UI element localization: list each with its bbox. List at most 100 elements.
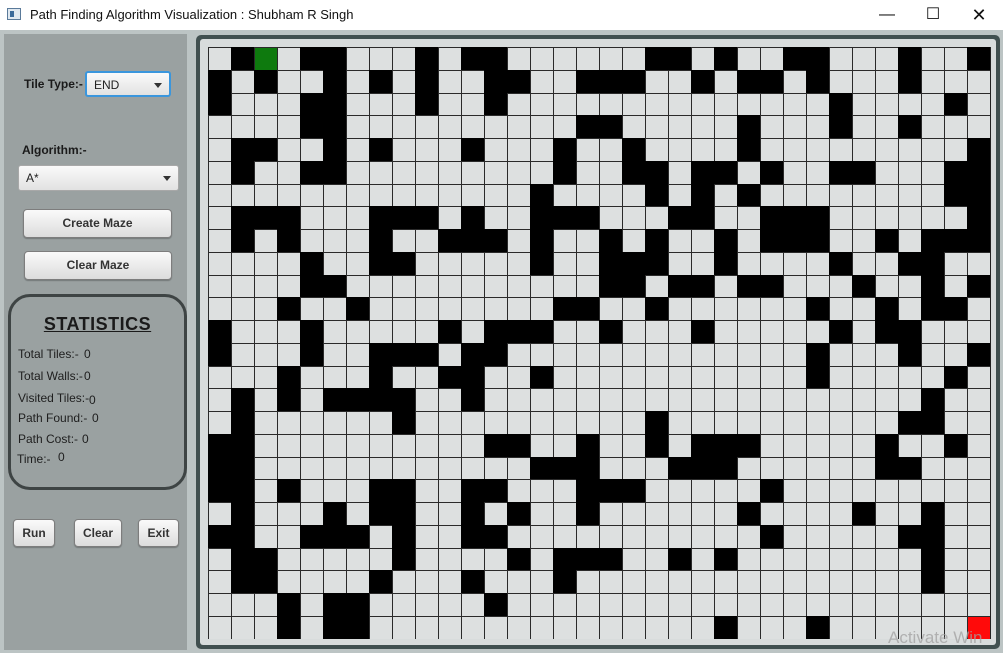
wall-cell[interactable]	[507, 320, 530, 343]
grid-cell[interactable]	[415, 388, 438, 411]
grid-cell[interactable]	[668, 229, 691, 252]
grid-cell[interactable]	[852, 138, 875, 161]
wall-cell[interactable]	[783, 47, 806, 70]
wall-cell[interactable]	[300, 342, 323, 366]
wall-cell[interactable]	[898, 524, 921, 548]
grid-cell[interactable]	[323, 206, 346, 229]
grid-cell[interactable]	[231, 593, 254, 616]
grid-cell[interactable]	[806, 479, 829, 502]
grid-cell[interactable]	[668, 138, 691, 161]
grid-cell[interactable]	[553, 320, 576, 343]
grid-cell[interactable]	[277, 342, 300, 366]
grid-cell[interactable]	[507, 229, 530, 252]
wall-cell[interactable]	[645, 229, 668, 252]
grid-cell[interactable]	[691, 593, 714, 616]
wall-cell[interactable]	[530, 229, 553, 252]
wall-cell[interactable]	[875, 297, 898, 320]
grid-cell[interactable]	[438, 456, 461, 480]
grid-cell[interactable]	[346, 206, 369, 229]
wall-cell[interactable]	[898, 411, 921, 434]
grid-cell[interactable]	[645, 570, 668, 593]
grid-cell[interactable]	[438, 502, 461, 525]
grid-cell[interactable]	[737, 547, 760, 571]
grid-cell[interactable]	[231, 115, 254, 138]
grid-cell[interactable]	[622, 524, 645, 548]
close-button[interactable]: ✕	[956, 0, 1002, 30]
grid-cell[interactable]	[231, 365, 254, 389]
wall-cell[interactable]	[484, 229, 507, 252]
grid-cell[interactable]	[277, 138, 300, 161]
grid-cell[interactable]	[852, 342, 875, 366]
grid-cell[interactable]	[254, 411, 277, 434]
grid-cell[interactable]	[645, 388, 668, 411]
grid-cell[interactable]	[346, 115, 369, 138]
wall-cell[interactable]	[760, 69, 783, 93]
grid-cell[interactable]	[553, 115, 576, 138]
wall-cell[interactable]	[622, 479, 645, 502]
grid-cell[interactable]	[438, 524, 461, 548]
wall-cell[interactable]	[369, 570, 392, 593]
grid-cell[interactable]	[898, 160, 921, 184]
grid-cell[interactable]	[300, 297, 323, 320]
grid-cell[interactable]	[852, 524, 875, 548]
wall-cell[interactable]	[231, 47, 254, 70]
wall-cell[interactable]	[369, 251, 392, 275]
wall-cell[interactable]	[507, 433, 530, 457]
grid-cell[interactable]	[599, 342, 622, 366]
grid-cell[interactable]	[484, 365, 507, 389]
grid-cell[interactable]	[967, 593, 990, 616]
grid-cell[interactable]	[323, 365, 346, 389]
grid-cell[interactable]	[852, 433, 875, 457]
wall-cell[interactable]	[967, 160, 990, 184]
grid-cell[interactable]	[944, 115, 967, 138]
wall-cell[interactable]	[806, 69, 829, 93]
grid-cell[interactable]	[346, 365, 369, 389]
wall-cell[interactable]	[691, 320, 714, 343]
grid-cell[interactable]	[691, 524, 714, 548]
grid-cell[interactable]	[392, 138, 415, 161]
wall-cell[interactable]	[668, 274, 691, 298]
wall-cell[interactable]	[484, 320, 507, 343]
grid-cell[interactable]	[208, 547, 231, 571]
wall-cell[interactable]	[254, 570, 277, 593]
grid-cell[interactable]	[668, 411, 691, 434]
grid-cell[interactable]	[875, 570, 898, 593]
wall-cell[interactable]	[369, 479, 392, 502]
grid-cell[interactable]	[576, 320, 599, 343]
wall-cell[interactable]	[714, 229, 737, 252]
grid-cell[interactable]	[231, 342, 254, 366]
grid-cell[interactable]	[530, 593, 553, 616]
wall-cell[interactable]	[300, 47, 323, 70]
wall-cell[interactable]	[921, 502, 944, 525]
grid-cell[interactable]	[231, 274, 254, 298]
wall-cell[interactable]	[553, 206, 576, 229]
wall-cell[interactable]	[645, 183, 668, 207]
wall-cell[interactable]	[277, 297, 300, 320]
wall-cell[interactable]	[277, 388, 300, 411]
grid-cell[interactable]	[553, 411, 576, 434]
wall-cell[interactable]	[369, 388, 392, 411]
wall-cell[interactable]	[323, 615, 346, 639]
grid-cell[interactable]	[576, 388, 599, 411]
grid-cell[interactable]	[714, 342, 737, 366]
wall-cell[interactable]	[530, 183, 553, 207]
wall-cell[interactable]	[392, 342, 415, 366]
wall-cell[interactable]	[208, 92, 231, 116]
grid-cell[interactable]	[783, 69, 806, 93]
grid-cell[interactable]	[599, 138, 622, 161]
grid-cell[interactable]	[231, 320, 254, 343]
wall-cell[interactable]	[415, 92, 438, 116]
wall-cell[interactable]	[967, 47, 990, 70]
grid-cell[interactable]	[438, 274, 461, 298]
grid-cell[interactable]	[875, 69, 898, 93]
grid-cell[interactable]	[783, 456, 806, 480]
grid-cell[interactable]	[599, 388, 622, 411]
wall-cell[interactable]	[921, 524, 944, 548]
grid-cell[interactable]	[415, 365, 438, 389]
end-cell[interactable]	[967, 615, 990, 639]
grid-cell[interactable]	[208, 251, 231, 275]
wall-cell[interactable]	[346, 297, 369, 320]
wall-cell[interactable]	[622, 274, 645, 298]
grid-cell[interactable]	[599, 206, 622, 229]
grid-cell[interactable]	[461, 115, 484, 138]
